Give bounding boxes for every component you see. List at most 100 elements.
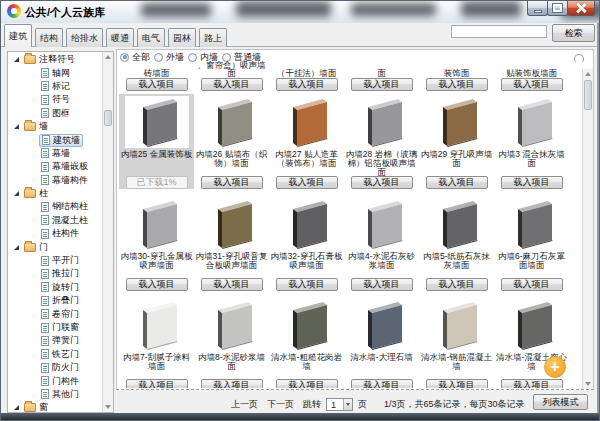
tree-item[interactable]: 推拉门 bbox=[8, 267, 102, 280]
load-into-project-button[interactable]: 载入项目 bbox=[201, 176, 263, 189]
search-input[interactable] bbox=[451, 25, 547, 38]
tree-item[interactable]: 铁艺门 bbox=[8, 348, 102, 361]
expand-arrow-icon[interactable] bbox=[14, 245, 19, 250]
family-tile-partial[interactable]: 、窗帘盒）吸声墙 面载入项目 bbox=[194, 61, 269, 91]
tree-labelbox[interactable]: 推拉门 bbox=[39, 267, 81, 280]
minimize-button[interactable] bbox=[527, 1, 548, 16]
scroll-up-icon[interactable] bbox=[103, 52, 113, 62]
load-into-project-button[interactable]: 载入项目 bbox=[426, 379, 488, 388]
tree-labelbox[interactable]: 幕墙嵌板 bbox=[39, 160, 90, 173]
family-tile-partial[interactable]: 装饰面载入项目 bbox=[419, 61, 494, 91]
tree-item[interactable]: 符号 bbox=[8, 93, 102, 106]
load-into-project-button[interactable]: 载入项目 bbox=[351, 379, 413, 388]
load-into-project-button[interactable]: 载入项目 bbox=[126, 379, 188, 388]
tree-item[interactable]: 注释符号 bbox=[8, 53, 102, 66]
tree-labelbox[interactable]: 注释符号 bbox=[22, 53, 77, 66]
tree-labelbox[interactable]: 混凝土柱 bbox=[39, 214, 90, 227]
load-into-project-button[interactable]: 载入项目 bbox=[276, 278, 338, 291]
expand-arrow-icon[interactable] bbox=[14, 405, 19, 410]
close-button[interactable] bbox=[567, 1, 595, 16]
prev-page-link[interactable]: 上一页 bbox=[231, 398, 258, 411]
tree-item[interactable]: 混凝土柱 bbox=[8, 214, 102, 227]
family-tile-partial[interactable]: 砖墙面载入项目 bbox=[119, 61, 194, 91]
load-into-project-button[interactable]: 载入项目 bbox=[126, 278, 188, 291]
load-into-project-button[interactable]: 载入项目 bbox=[201, 278, 263, 291]
tree-labelbox[interactable]: 钢结构柱 bbox=[39, 200, 90, 213]
load-into-project-button[interactable]: 载入项目 bbox=[276, 176, 338, 189]
tree-scrollbar[interactable] bbox=[102, 52, 113, 412]
tree-item[interactable]: 墙 bbox=[8, 120, 102, 133]
tree-labelbox[interactable]: 防火门 bbox=[39, 361, 81, 374]
search-button[interactable]: 检索 bbox=[552, 24, 595, 42]
next-page-link[interactable]: 下一页 bbox=[267, 398, 294, 411]
tree-labelbox[interactable]: 门联窗 bbox=[39, 321, 81, 334]
tree-labelbox[interactable]: 其他门 bbox=[39, 388, 81, 401]
tree-item[interactable]: 折叠门 bbox=[8, 294, 102, 307]
family-tile[interactable]: 内墙32-穿孔石膏板吸声墙面载入项目 bbox=[269, 196, 344, 291]
family-tile-partial[interactable]: （干挂法）墙面载入项目 bbox=[269, 61, 344, 91]
family-tile[interactable]: 内墙7-刮腻子涂料墙面载入项目 bbox=[119, 297, 194, 388]
load-into-project-button[interactable]: 载入项目 bbox=[426, 176, 488, 189]
load-into-project-button[interactable]: 载入项目 bbox=[501, 176, 563, 189]
tab-7[interactable]: 路上 bbox=[199, 28, 227, 47]
tree-labelbox[interactable]: 弹簧门 bbox=[39, 334, 81, 347]
family-tile[interactable]: 内墙4-水泥石灰砂浆墙面载入项目 bbox=[344, 196, 419, 291]
tab-6[interactable]: 园林 bbox=[168, 28, 196, 47]
tree-labelbox[interactable]: 窗 bbox=[22, 401, 50, 413]
family-tile[interactable]: 内墙31-穿孔吸音复合板吸声墙面载入项目 bbox=[194, 196, 269, 291]
family-tile[interactable]: 内墙30-穿孔金属板吸声墙面载入项目 bbox=[119, 196, 194, 291]
tree-labelbox[interactable]: 旋转门 bbox=[39, 281, 81, 294]
tree-labelbox[interactable]: 幕墙构件 bbox=[39, 174, 90, 187]
load-into-project-button[interactable]: 载入项目 bbox=[201, 78, 263, 91]
family-tile[interactable]: 内墙28 岩棉（玻璃棉）铝箔板吸声墙面载入项目 bbox=[344, 94, 419, 189]
tree-labelbox[interactable]: 卷帘门 bbox=[39, 308, 81, 321]
maximize-button[interactable] bbox=[547, 1, 568, 16]
load-into-project-button[interactable]: 载入项目 bbox=[501, 379, 563, 388]
tree-item[interactable]: 弹簧门 bbox=[8, 334, 102, 347]
load-into-project-button[interactable]: 载入项目 bbox=[351, 176, 413, 189]
grid-scrollbar[interactable] bbox=[582, 69, 593, 389]
family-tile[interactable]: 内墙25 金属装饰板已下载1% bbox=[119, 94, 194, 189]
tree-item[interactable]: 幕墙构件 bbox=[8, 174, 102, 187]
tree-item[interactable]: 幕墙 bbox=[8, 147, 102, 160]
tree-item[interactable]: 标记 bbox=[8, 80, 102, 93]
grid-scroll-thumb[interactable] bbox=[584, 80, 592, 110]
tree-item[interactable]: 图框 bbox=[8, 107, 102, 120]
tab-1[interactable]: 建筑 bbox=[4, 24, 32, 47]
tree-item[interactable]: 卷帘门 bbox=[8, 307, 102, 320]
load-into-project-button[interactable]: 载入项目 bbox=[351, 78, 413, 91]
load-into-project-button[interactable]: 载入项目 bbox=[426, 78, 488, 91]
family-tile[interactable]: 内墙29 穿孔吸声墙面载入项目 bbox=[419, 94, 494, 189]
family-tile[interactable]: 清水墙-钢筋混凝土墙载入项目 bbox=[419, 297, 494, 388]
tab-3[interactable]: 给排水 bbox=[66, 28, 103, 47]
tree-item[interactable]: 柱 bbox=[8, 187, 102, 200]
tree-labelbox[interactable]: 墙 bbox=[22, 120, 50, 133]
tab-2[interactable]: 结构 bbox=[35, 28, 63, 47]
tree-item[interactable]: 柱构件 bbox=[8, 227, 102, 240]
tree-item[interactable]: 门联窗 bbox=[8, 321, 102, 334]
tree-item[interactable]: 窗 bbox=[8, 401, 102, 413]
load-into-project-button[interactable]: 载入项目 bbox=[126, 78, 188, 91]
load-into-project-button[interactable]: 载入项目 bbox=[426, 278, 488, 291]
expand-arrow-icon[interactable] bbox=[14, 124, 19, 129]
load-into-project-button[interactable]: 载入项目 bbox=[351, 278, 413, 291]
tree-scroll-thumb[interactable] bbox=[104, 110, 112, 126]
tree-labelbox[interactable]: 图框 bbox=[39, 107, 72, 120]
tree-item[interactable]: 门 bbox=[8, 240, 102, 253]
tree-labelbox[interactable]: 柱构件 bbox=[39, 227, 81, 240]
load-into-project-button[interactable]: 载入项目 bbox=[201, 379, 263, 388]
load-into-project-button[interactable]: 载入项目 bbox=[501, 278, 563, 291]
tree-labelbox[interactable]: 铁艺门 bbox=[39, 348, 81, 361]
family-tile-partial[interactable]: 贴装饰板墙面载入项目 bbox=[494, 61, 569, 91]
family-tile[interactable]: 内墙8-水泥砂浆墙面载入项目 bbox=[194, 297, 269, 388]
tree-labelbox[interactable]: 标记 bbox=[39, 80, 72, 93]
tree-item[interactable]: 其他门 bbox=[8, 388, 102, 401]
tree-item[interactable]: 幕墙嵌板 bbox=[8, 160, 102, 173]
add-fab-button[interactable]: + bbox=[544, 356, 566, 378]
load-into-project-button[interactable]: 载入项目 bbox=[276, 78, 338, 91]
expand-arrow-icon[interactable] bbox=[14, 57, 19, 62]
family-tile[interactable]: 内墙27 贴人造革（装饰布）墙面载入项目 bbox=[269, 94, 344, 189]
tab-5[interactable]: 电气 bbox=[137, 28, 165, 47]
family-tile-partial[interactable]: 面载入项目 bbox=[344, 61, 419, 91]
scroll-down-icon[interactable] bbox=[103, 402, 113, 412]
